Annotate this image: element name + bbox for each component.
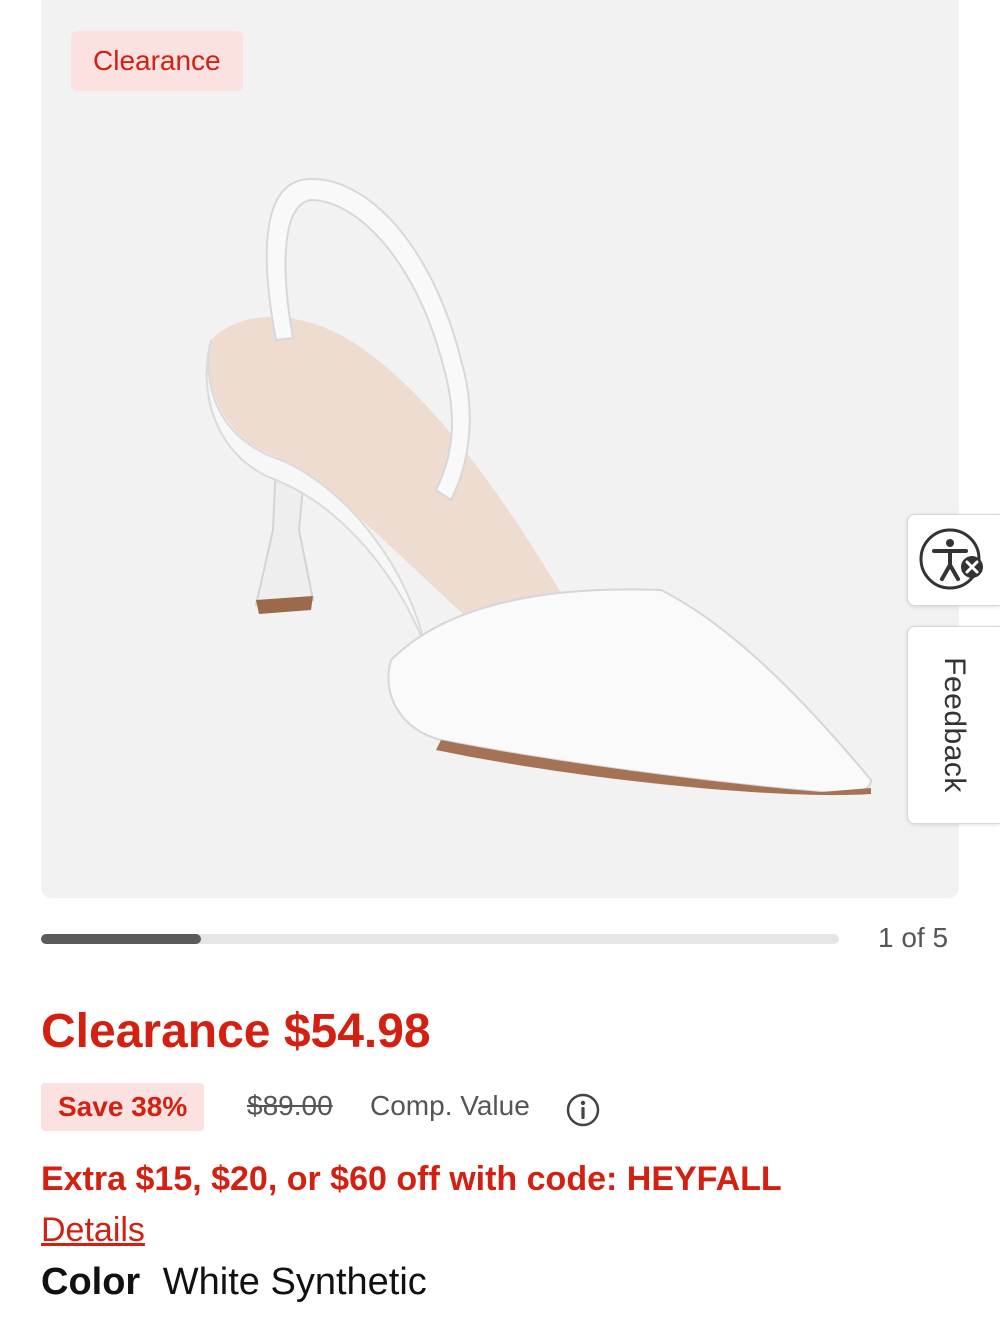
color-row: Color White Synthetic xyxy=(41,1261,427,1304)
accessibility-icon xyxy=(919,528,983,590)
color-value: White Synthetic xyxy=(162,1261,427,1303)
info-icon[interactable] xyxy=(566,1093,600,1127)
accessibility-button[interactable] xyxy=(907,514,1000,606)
feedback-label: Feedback xyxy=(938,657,971,793)
carousel-progress-fill xyxy=(41,934,201,944)
product-image-carousel[interactable]: Clearance xyxy=(41,0,959,898)
details-link[interactable]: Details xyxy=(41,1211,145,1250)
comp-value-label: Comp. Value xyxy=(370,1090,530,1121)
product-image xyxy=(205,178,873,796)
clearance-price: Clearance $54.98 xyxy=(41,1005,431,1058)
color-label: Color xyxy=(41,1261,141,1303)
original-price: $89.00 xyxy=(247,1090,333,1121)
image-counter: 1 of 5 xyxy=(878,922,949,953)
promo-text: Extra $15, $20, or $60 off with code: HE… xyxy=(41,1160,782,1198)
save-badge: Save 38% xyxy=(41,1083,205,1131)
feedback-tab[interactable]: Feedback xyxy=(907,626,1000,824)
clearance-badge: Clearance xyxy=(71,31,243,91)
carousel-progress-bar xyxy=(41,934,839,944)
